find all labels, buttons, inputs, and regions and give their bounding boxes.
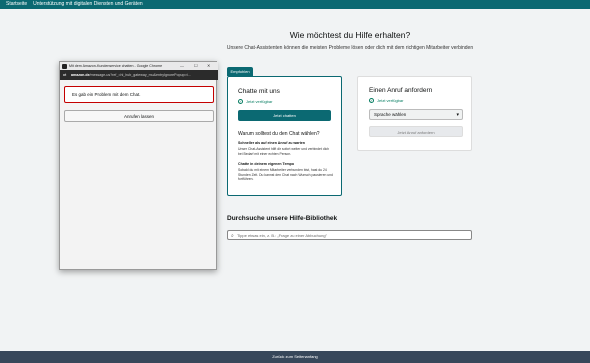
close-icon[interactable]: ✕ [207, 62, 210, 70]
check-circle-icon: ✓ [238, 99, 243, 104]
top-navigation-bar: Startseite Unterstützung mit digitalen D… [0, 0, 590, 9]
page-title: Wie möchtest du Hilfe erhalten? [289, 30, 411, 40]
chevron-down-icon: ▾ [456, 112, 459, 118]
nav-link-home[interactable]: Startseite [6, 0, 27, 9]
call-card-title: Einen Anruf anfordern [369, 87, 433, 94]
chat-option-card: Chatte mit uns ✓ Jetzt verfügbar Jetzt c… [227, 76, 342, 196]
language-select-value: Sprache wählen [374, 112, 407, 117]
search-placeholder: Tippe etwas ein, z. B.: „Frage zu einer … [237, 233, 327, 238]
search-icon: ⌕ [231, 232, 234, 239]
call-availability-text: Jetzt verfügbar [377, 98, 404, 103]
chat-card-title: Chatte mit uns [238, 88, 280, 95]
benefit-title: Schneller als auf einen Anruf zu warten [238, 141, 305, 145]
maximize-icon[interactable]: ☐ [194, 62, 198, 70]
chat-popup-window: Mit dem Amazon-Kundenservice chatten - G… [59, 61, 218, 270]
why-chat-heading: Warum solltest du den Chat wählen? [238, 131, 320, 137]
help-search-input[interactable]: ⌕ Tippe etwas ein, z. B.: „Frage zu eine… [227, 230, 472, 240]
call-availability: ✓ Jetzt verfügbar [369, 98, 403, 103]
minimize-icon[interactable]: — [180, 62, 184, 70]
popup-window-title: Mit dem Amazon-Kundenservice chatten - G… [69, 64, 163, 68]
popup-url-path: /message-us?ref_=hl_hub_gateway_mu&entry… [89, 73, 191, 77]
chat-availability-text: Jetzt verfügbar [246, 99, 273, 104]
language-select[interactable]: Sprache wählen ▾ [369, 109, 463, 120]
amazon-favicon-icon [62, 63, 67, 69]
chat-availability: ✓ Jetzt verfügbar [238, 99, 272, 104]
benefit-text: Sobald du mit einem Mitarbeiter verbunde… [238, 168, 333, 182]
page-subtitle: Unsere Chat-Assistenten können die meist… [226, 45, 474, 51]
popup-titlebar: Mit dem Amazon-Kundenservice chatten - G… [60, 62, 218, 70]
benefit-title: Chatte in deinem eigenen Tempo [238, 162, 295, 166]
nav-link-digital-services[interactable]: Unterstützung mit digitalen Diensten und… [33, 0, 143, 9]
request-callback-button[interactable]: Anrufen lassen [64, 110, 214, 122]
popup-address-bar[interactable]: ⇄ amazon.de/message-us?ref_=hl_hub_gatew… [60, 70, 218, 80]
popup-url-domain: amazon.de [71, 73, 90, 77]
check-circle-icon: ✓ [369, 98, 374, 103]
popup-url-text: amazon.de/message-us?ref_=hl_hub_gateway… [71, 70, 191, 80]
start-chat-button[interactable]: Jetzt chatten [238, 110, 331, 121]
site-info-icon[interactable]: ⇄ [63, 72, 66, 77]
recommended-badge: Empfohlen [227, 67, 253, 76]
help-library-heading: Durchsuche unsere Hilfe-Bibliothek [227, 215, 338, 222]
call-option-card: Einen Anruf anfordern ✓ Jetzt verfügbar … [357, 76, 472, 151]
chat-error-message: Es gab ein Problem mit dem Chat. [64, 86, 214, 103]
benefit-text: Unser Chat-Assistent hilft dir sofort we… [238, 147, 330, 156]
request-call-button[interactable]: Jetzt Anruf anfordern [369, 126, 463, 137]
back-to-top-link[interactable]: Zurück zum Seitenanfang [0, 351, 590, 363]
